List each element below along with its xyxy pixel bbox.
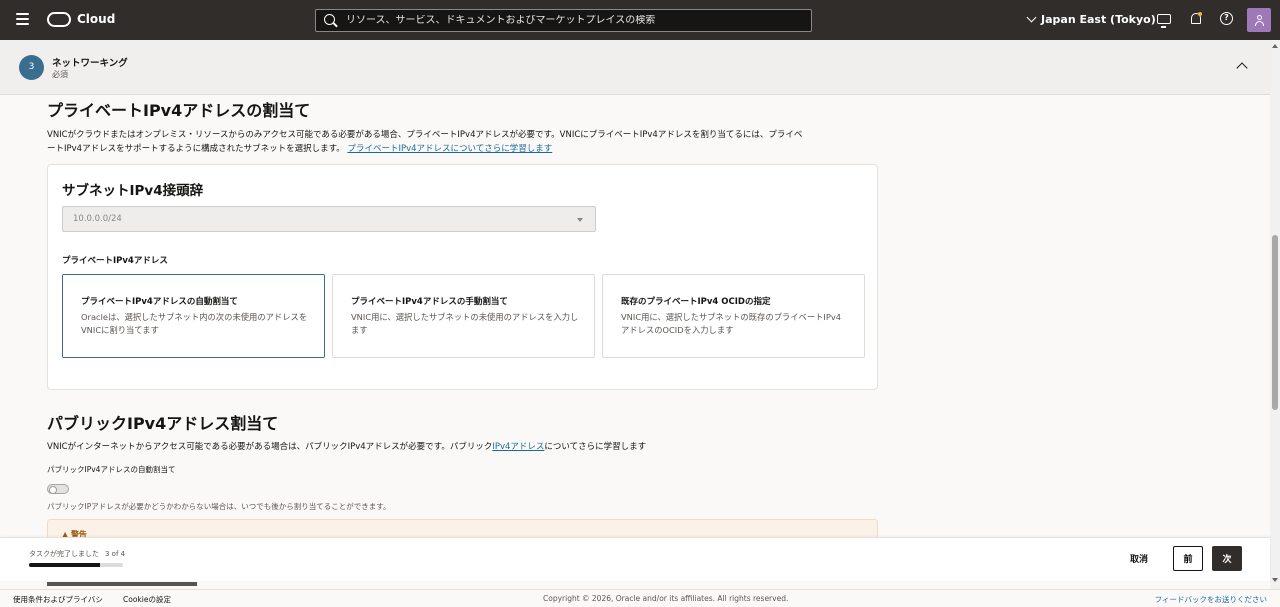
next-button[interactable]: 次 bbox=[1212, 546, 1242, 571]
brand-name[interactable]: Cloud bbox=[77, 12, 115, 26]
collapse-chevron-up-icon[interactable] bbox=[1236, 62, 1248, 74]
public-ipv4-heading: パブリックIPv4アドレス割当て bbox=[47, 414, 279, 433]
private-ipv4-heading: プライベートIPv4アドレスの割当て bbox=[47, 101, 311, 120]
user-avatar[interactable] bbox=[1247, 8, 1271, 32]
public-ipv4-description: VNICがインターネットからアクセス可能である必要がある場合は、パブリックIPv… bbox=[47, 440, 882, 454]
chevron-down-icon bbox=[1026, 12, 1037, 23]
card-manual-assign-desc: VNIC用に、選択したサブネットの未使用のアドレスを入力します bbox=[351, 312, 579, 335]
feedback-link[interactable]: フィードバックをお送りください bbox=[1155, 594, 1267, 605]
card-auto-assign-desc: Oracleは、選択したサブネット内の次の未使用のアドレスをVNICに割り当てま… bbox=[81, 312, 308, 335]
user-icon-body bbox=[1254, 21, 1264, 26]
card-existing-ocid-title: 既存のプライベートIPv4 OCIDの指定 bbox=[621, 297, 771, 307]
private-ipv4-desc-line2: ートIPv4アドレスをサポートするように構成されたサブネットを選択します。 bbox=[47, 144, 345, 154]
search-icon bbox=[324, 13, 338, 28]
user-icon-head bbox=[1256, 15, 1262, 20]
subnet-panel: サブネットIPv4接頭辞 10.0.0.0/24 プライベートIPv4アドレス … bbox=[47, 164, 878, 390]
private-ipv4-label: プライベートIPv4アドレス bbox=[62, 256, 168, 266]
step-header: 3 ネットワーキング 必須 bbox=[0, 40, 1270, 95]
card-auto-assign[interactable]: プライベートIPv4アドレスの自動割当て Oracleは、選択したサブネット内の… bbox=[62, 274, 325, 358]
wizard-action-bar: タスクが完了しました 3 of 4 取消 前 次 bbox=[0, 537, 1270, 581]
terms-privacy-link[interactable]: 使用条件およびプライバシ bbox=[13, 594, 103, 605]
cookie-settings-link[interactable]: Cookieの設定 bbox=[123, 594, 171, 605]
scroll-up-arrow-icon[interactable] bbox=[1272, 44, 1278, 48]
public-ipv4-auto-assign-toggle[interactable] bbox=[47, 484, 69, 494]
scrollbar-thumb[interactable] bbox=[1272, 235, 1278, 410]
public-ipv4-desc-prefix: VNICがインターネットからアクセス可能である必要がある場合は、パブリックIPv… bbox=[47, 442, 493, 452]
step-required-label: 必須 bbox=[52, 70, 68, 79]
help-icon[interactable]: ? bbox=[1220, 12, 1233, 25]
cloud-shell-icon[interactable] bbox=[1157, 14, 1171, 28]
previous-button[interactable]: 前 bbox=[1173, 546, 1203, 571]
private-ipv4-desc-line1: VNICがクラウドまたはオンプレミス・リソースからのみアクセス可能である必要があ… bbox=[47, 130, 803, 140]
private-ipv4-description: VNICがクラウドまたはオンプレミス・リソースからのみアクセス可能である必要があ… bbox=[47, 128, 882, 156]
progress-label: タスクが完了しました bbox=[29, 550, 99, 558]
step-title: ネットワーキング bbox=[52, 58, 128, 69]
public-ipv4-learn-link[interactable]: IPv4アドレス bbox=[492, 442, 544, 452]
oracle-logo-icon[interactable] bbox=[47, 12, 71, 27]
region-selector[interactable]: Japan East (Tokyo) bbox=[1026, 12, 1156, 26]
progress-bar bbox=[29, 563, 123, 567]
search-input[interactable] bbox=[346, 15, 796, 26]
subnet-prefix-select[interactable]: 10.0.0.0/24 bbox=[62, 206, 596, 232]
public-ipv4-toggle-label: パブリックIPv4アドレスの自動割当て bbox=[47, 465, 176, 474]
region-label: Japan East (Tokyo) bbox=[1041, 13, 1156, 26]
copyright-text: Copyright © 2026, Oracle and/or its affi… bbox=[543, 594, 789, 603]
card-existing-ocid[interactable]: 既存のプライベートIPv4 OCIDの指定 VNIC用に、選択したサブネットの既… bbox=[602, 274, 865, 358]
notification-bell-icon[interactable] bbox=[1189, 12, 1203, 26]
scroll-down-arrow-icon[interactable] bbox=[1272, 578, 1278, 582]
global-search[interactable] bbox=[315, 9, 812, 32]
public-ipv4-desc-suffix: についてさらに学習します bbox=[544, 442, 647, 452]
cancel-button[interactable]: 取消 bbox=[1130, 552, 1148, 565]
progress-count: 3 of 4 bbox=[105, 550, 126, 558]
page-footer: 使用条件およびプライバシ Cookieの設定 Copyright © 2026,… bbox=[0, 589, 1280, 607]
hamburger-menu-icon[interactable] bbox=[16, 13, 29, 27]
top-navigation-bar: Cloud Japan East (Tokyo) ? bbox=[0, 0, 1280, 40]
card-existing-ocid-desc: VNIC用に、選択したサブネットの既存のプライベートIPv4アドレスのOCIDを… bbox=[621, 312, 842, 335]
step-number-badge: 3 bbox=[19, 55, 44, 80]
public-ipv4-hint: パブリックIPアドレスが必要かどうかわからない場合は、いつでも後から割り当てるこ… bbox=[47, 502, 391, 511]
subnet-prefix-title: サブネットIPv4接頭辞 bbox=[62, 183, 204, 199]
card-manual-assign[interactable]: プライベートIPv4アドレスの手動割当て VNIC用に、選択したサブネットの未使… bbox=[332, 274, 595, 358]
progress-status: タスクが完了しました 3 of 4 bbox=[29, 549, 125, 559]
card-auto-assign-title: プライベートIPv4アドレスの自動割当て bbox=[81, 297, 238, 307]
progress-bar-fill bbox=[29, 563, 100, 567]
subnet-prefix-value: 10.0.0.0/24 bbox=[73, 214, 122, 224]
private-ipv4-learn-more-link[interactable]: プライベートIPv4アドレスについてさらに学習します bbox=[347, 144, 552, 154]
card-manual-assign-title: プライベートIPv4アドレスの手動割当て bbox=[351, 297, 508, 307]
dropdown-caret-icon bbox=[577, 218, 583, 222]
